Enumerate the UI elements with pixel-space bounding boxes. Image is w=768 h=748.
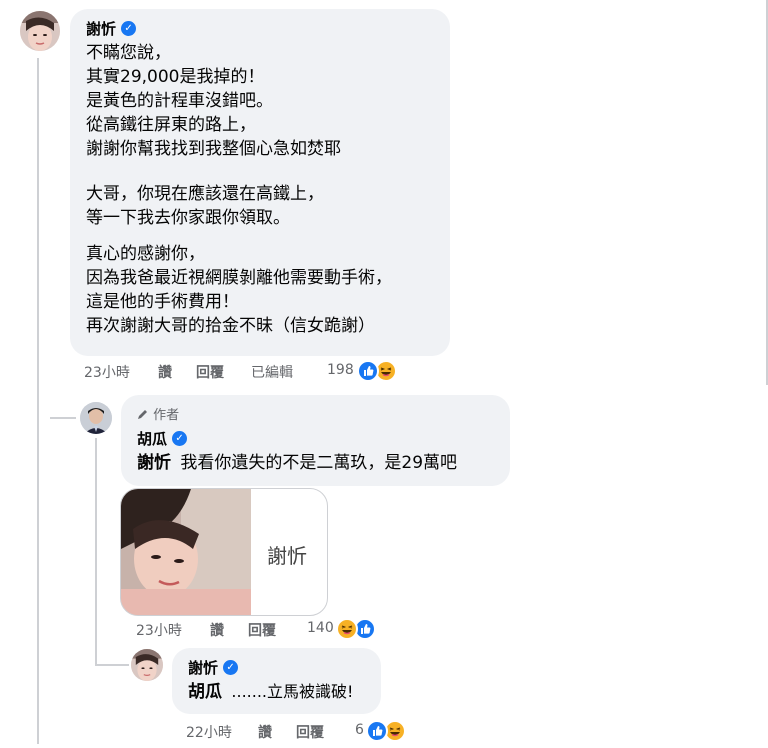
timestamp[interactable]: 23小時 (136, 620, 182, 640)
like-reaction-icon (366, 720, 388, 742)
photo-icon (121, 489, 251, 615)
haha-reaction-icon (336, 618, 358, 640)
avatar[interactable] (20, 11, 60, 51)
thread-line-branch2 (95, 664, 129, 666)
reply-button[interactable]: 回覆 (248, 620, 276, 640)
thread-line-reply-connector (37, 384, 39, 744)
timestamp[interactable]: 23小時 (84, 362, 130, 382)
comment-paragraph-3: 真心的感謝你， 因為我爸最近視網膜剝離他需要動手術， 這是他的手術費用！ 再次謝… (86, 244, 392, 336)
reply-button[interactable]: 回覆 (196, 362, 224, 382)
verified-badge-icon: ✓ (121, 21, 137, 36)
user-photo-icon (20, 11, 60, 51)
like-button[interactable]: 讚 (258, 722, 272, 742)
reply-bubble: 作者 胡瓜 ✓ 謝忻 我看你遺失的不是二萬玖，是29萬吧 (121, 395, 510, 486)
comment-paragraph-2: 大哥，你現在應該還在高鐵上， 等一下我去你家跟你領取。 (86, 184, 324, 228)
like-button[interactable]: 讚 (158, 362, 172, 382)
sticker-caption: 謝忻 (267, 544, 307, 568)
avatar[interactable] (131, 649, 163, 681)
reply-text: 胡瓜 .......立馬被識破! (188, 682, 354, 702)
reply-button[interactable]: 回覆 (296, 722, 324, 742)
author-badge: 作者 (137, 404, 179, 423)
edited-label: 已編輯 (251, 365, 293, 381)
like-reaction-icon (357, 360, 379, 382)
reaction-count[interactable]: 198 (327, 362, 354, 378)
comment-author[interactable]: 謝忻 (86, 18, 116, 39)
reactions[interactable] (357, 360, 403, 382)
timestamp[interactable]: 22小時 (186, 722, 232, 742)
reactions[interactable] (366, 720, 412, 742)
verified-badge-icon: ✓ (172, 431, 188, 446)
thread-line-main (37, 58, 39, 384)
mention-link[interactable]: 胡瓜 (188, 682, 222, 702)
reaction-count[interactable]: 6 (355, 722, 364, 738)
mention-link[interactable]: 謝忻 (137, 453, 171, 473)
thread-line-sub (95, 438, 97, 666)
verified-badge-icon: ✓ (223, 660, 239, 675)
reactions[interactable] (336, 618, 382, 640)
reply-bubble: 謝忻 ✓ 胡瓜 .......立馬被識破! (172, 648, 381, 714)
avatar[interactable] (80, 402, 112, 434)
thread-line-branch1 (50, 417, 76, 419)
comment-bubble: 謝忻 ✓ 不瞞您說， 其實29,000是我掉的！ 是黃色的計程車沒錯吧。 從高鐵往… (70, 9, 450, 356)
reply-actions: 22小時 讚 回覆 6 (186, 722, 376, 742)
user-photo-icon (131, 649, 163, 681)
user-photo-icon (80, 402, 112, 434)
pencil-icon (138, 410, 147, 419)
sticker-image[interactable]: 謝忻 (120, 488, 328, 616)
like-button[interactable]: 讚 (210, 620, 224, 640)
reply-text: 謝忻 我看你遺失的不是二萬玖，是29萬吧 (137, 453, 458, 473)
reaction-count[interactable]: 140 (307, 620, 334, 636)
comment-paragraph-1: 不瞞您說， 其實29,000是我掉的！ 是黃色的計程車沒錯吧。 從高鐵往屏東的路… (86, 43, 341, 159)
reply-author[interactable]: 謝忻 (188, 657, 218, 678)
reply-author[interactable]: 胡瓜 (137, 428, 167, 449)
